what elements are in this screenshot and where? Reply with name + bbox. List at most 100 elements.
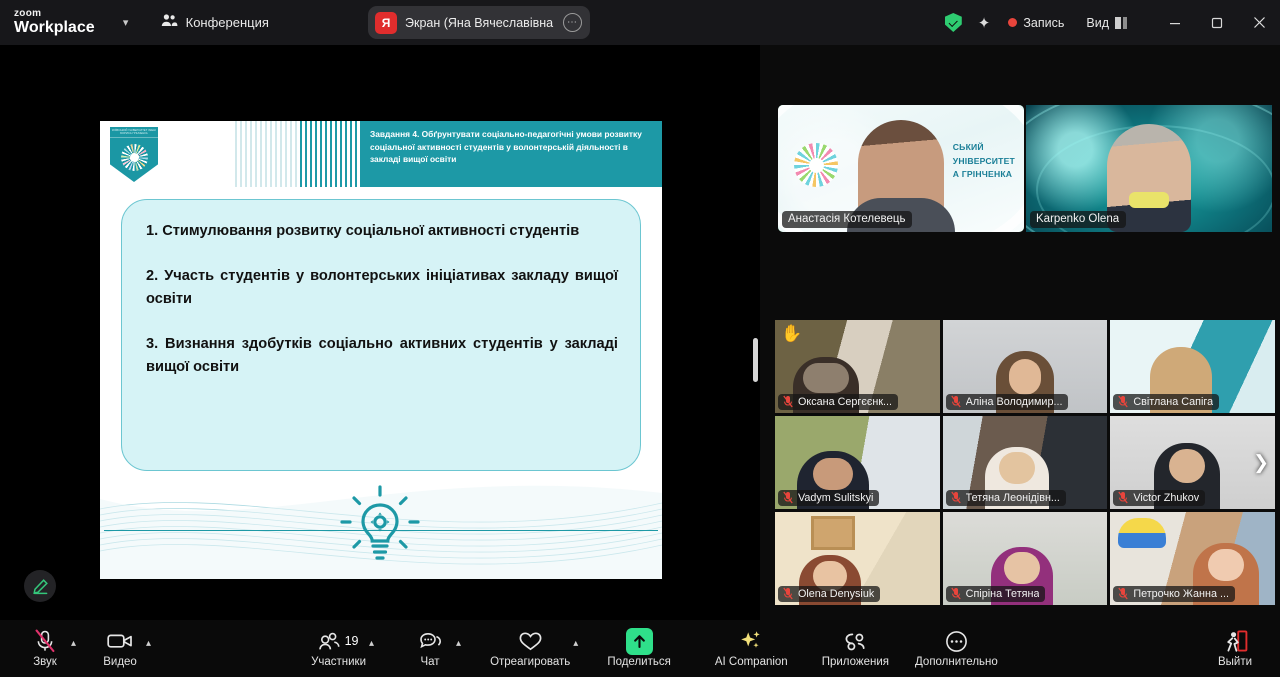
leave-button[interactable]: Выйти <box>1212 620 1258 677</box>
microphone-muted-icon <box>1118 587 1129 600</box>
active-speaker-tiles: СЬКИЙ УНІВЕРСИТЕТ А ГРІНЧЕНКА Анастасія … <box>778 105 1272 232</box>
video-label: Видео <box>103 656 137 668</box>
participant-tile-4[interactable]: Тетяна Леонідівн... <box>942 416 1108 509</box>
participant-tile-7[interactable]: Спіріна Тетяна <box>942 512 1108 605</box>
annotate-button[interactable] <box>24 570 56 602</box>
participant-tile-0[interactable]: ✋ Оксана Сергєєнк... <box>775 320 940 413</box>
react-options-chevron-icon[interactable]: ▴ <box>570 638 581 649</box>
microphone-muted-icon <box>1118 395 1129 408</box>
audio-options-chevron-icon[interactable]: ▴ <box>68 638 79 649</box>
microphone-muted-icon <box>783 395 793 408</box>
participant-tile-3[interactable]: Vadym Sulitskyi <box>775 416 940 509</box>
microphone-muted-icon <box>1118 491 1129 504</box>
university-logo-caption: КИЇВСЬКИЙ УНІВЕРСИТЕТ ІМЕНІ БОРИСА ГРІНЧ… <box>110 127 158 138</box>
apps-button[interactable]: Приложения <box>822 620 889 677</box>
maximize-icon[interactable] <box>1196 0 1238 45</box>
chevron-down-icon[interactable]: ▾ <box>117 16 135 29</box>
participant-6-name-badge: Olena Denysiuk <box>778 585 881 602</box>
slide-item-3: 3. Визнання здобутків соціально активних… <box>146 335 618 376</box>
react-label: Отреагировать <box>490 656 571 668</box>
apps-icon <box>843 629 868 653</box>
university-logo-caption-text: КИЇВСЬКИЙ УНІВЕРСИТЕТ ІМЕНІ БОРИСА ГРІНЧ… <box>112 129 156 135</box>
chevron-right-icon[interactable]: ❯ <box>1253 451 1269 474</box>
chat-button[interactable]: Чат <box>407 620 453 677</box>
share-screen-icon <box>625 627 653 655</box>
leave-door-icon <box>1222 629 1248 653</box>
people-icon: 19 <box>318 629 359 653</box>
microphone-muted-icon <box>34 629 56 653</box>
close-icon[interactable] <box>1238 0 1280 45</box>
speaker-tile-0[interactable]: СЬКИЙ УНІВЕРСИТЕТ А ГРІНЧЕНКА Анастасія … <box>778 105 1024 232</box>
participant-tile-2[interactable]: Світлана Сапіга <box>1110 320 1275 413</box>
participant-6-name: Olena Denysiuk <box>798 587 875 600</box>
recording-indicator[interactable]: Запись <box>1008 16 1064 30</box>
layout-icon <box>1115 16 1128 29</box>
slide-stripe-pattern-teal <box>300 121 360 187</box>
speaker-0-name: Анастасія Котелевець <box>788 213 906 225</box>
shield-check-icon[interactable] <box>944 13 962 32</box>
participant-tile-6[interactable]: Olena Denysiuk <box>775 512 940 605</box>
participant-tile-5[interactable]: ❯ Victor Zhukov <box>1110 416 1275 509</box>
view-button[interactable]: Вид <box>1086 16 1128 30</box>
slide-item-1: 1. Стимулювання розвитку соціальної акти… <box>146 223 580 239</box>
microphone-muted-icon <box>783 587 793 600</box>
participant-0-name: Оксана Сергєєнк... <box>798 395 893 408</box>
zoom-workplace-logo: zoom Workplace <box>14 9 95 36</box>
screen-share-tab[interactable]: Я Экран (Яна Вячеславівна Марть ⋯ <box>368 6 590 39</box>
participant-7-name-badge: Спіріна Тетяна <box>945 585 1046 602</box>
speaker-0-background-text: СЬКИЙ УНІВЕРСИТЕТ А ГРІНЧЕНКА <box>953 141 1015 182</box>
participants-options-chevron-icon[interactable]: ▴ <box>366 638 377 649</box>
apps-label: Приложения <box>821 656 889 668</box>
title-bar: zoom Workplace ▾ Конференция Я Экран (Ян… <box>0 0 1280 45</box>
chat-label: Чат <box>420 656 440 668</box>
participant-tile-1[interactable]: Аліна Володимир... <box>942 320 1108 413</box>
slide-header-band: Завдання 4. Обґрунтувати соціально-педаг… <box>360 121 662 187</box>
speaker-0-university-logo <box>794 143 838 187</box>
audio-button[interactable]: Звук <box>22 620 68 677</box>
recording-label: Запись <box>1023 15 1065 30</box>
more-button[interactable]: Дополнительно <box>915 620 998 677</box>
chat-bubble-icon <box>419 629 442 653</box>
ai-sparkle-icon <box>739 629 763 653</box>
view-label: Вид <box>1086 15 1109 30</box>
heart-icon <box>518 629 543 653</box>
raised-hand-icon: ✋ <box>781 324 803 343</box>
microphone-muted-icon <box>950 491 961 504</box>
people-icon <box>161 13 178 32</box>
speaker-1-name: Karpenko Olena <box>1036 213 1120 225</box>
bg-text-line-1: СЬКИЙ <box>952 142 984 152</box>
speaker-tile-1[interactable]: Karpenko Olena <box>1026 105 1272 232</box>
participant-2-name-badge: Світлана Сапіга <box>1113 393 1220 410</box>
participant-grid: ✋ Оксана Сергєєнк... Аліна Володимир... … <box>775 320 1275 605</box>
participants-count: 19 <box>344 634 359 648</box>
share-tab-avatar: Я <box>375 11 397 34</box>
chat-options-chevron-icon[interactable]: ▴ <box>453 638 464 649</box>
participants-button[interactable]: 19 Участники <box>311 620 366 677</box>
microphone-muted-icon <box>950 395 961 408</box>
participant-1-name: Аліна Володимир... <box>965 395 1063 408</box>
presentation-slide: Завдання 4. Обґрунтувати соціально-педаг… <box>100 121 662 579</box>
video-options-chevron-icon[interactable]: ▴ <box>143 638 154 649</box>
speaker-1-name-badge: Karpenko Olena <box>1030 210 1127 228</box>
audio-label: Звук <box>33 656 57 668</box>
ai-companion-button[interactable]: AI Companion <box>715 620 788 677</box>
participant-tile-8[interactable]: Петрочко Жанна ... <box>1110 512 1275 605</box>
participant-4-name-badge: Тетяна Леонідівн... <box>945 489 1066 506</box>
meeting-tab[interactable]: Конференция <box>161 13 269 32</box>
logo-line-2: Workplace <box>14 19 95 36</box>
ai-sparkle-icon[interactable]: ✦ <box>978 14 991 32</box>
more-options-icon[interactable]: ⋯ <box>563 13 582 32</box>
zoom-meeting-window: zoom Workplace ▾ Конференция Я Экран (Ян… <box>0 0 1280 677</box>
participant-3-name: Vadym Sulitskyi <box>798 491 874 504</box>
microphone-muted-icon <box>783 491 793 504</box>
react-button[interactable]: Отреагировать <box>490 620 570 677</box>
share-scroll-indicator[interactable] <box>753 338 758 382</box>
minimize-icon[interactable] <box>1154 0 1196 45</box>
video-button[interactable]: Видео <box>97 620 143 677</box>
share-screen-button[interactable]: Поделиться <box>607 620 671 677</box>
lightbulb-gear-icon <box>332 481 428 567</box>
participant-0-name-badge: Оксана Сергєєнк... <box>778 393 899 410</box>
camera-icon <box>107 629 133 653</box>
participant-7-name: Спіріна Тетяна <box>965 587 1040 600</box>
participant-4-name: Тетяна Леонідівн... <box>965 491 1060 504</box>
